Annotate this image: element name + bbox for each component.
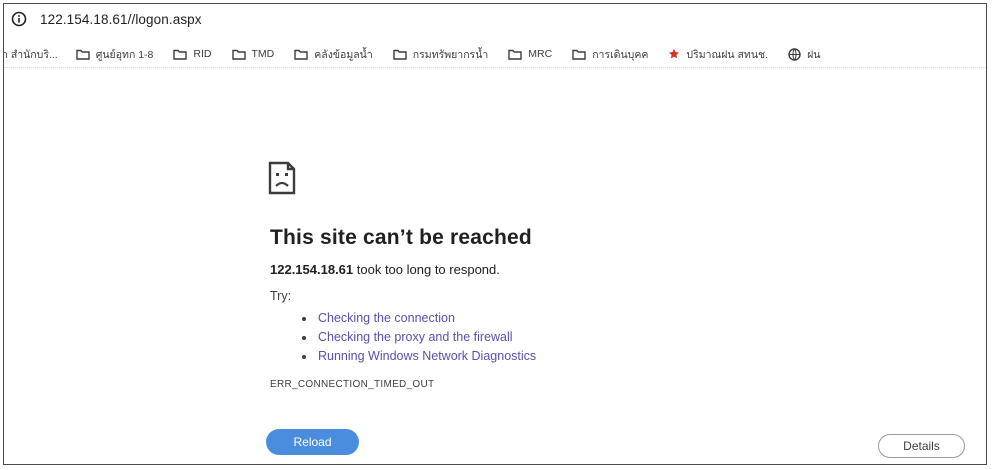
bookmark-folder[interactable]: กรมทรัพยากรน้ำ: [393, 46, 489, 63]
suggestion-link[interactable]: Running Windows Network Diagnostics: [318, 349, 536, 363]
bookmark-label: กรมทรัพยากรน้ำ: [412, 48, 489, 61]
suggestion-list: Checking the connection Checking the pro…: [302, 309, 536, 366]
suggestion-link[interactable]: Checking the connection: [318, 311, 455, 325]
error-host: 122.154.18.61: [270, 262, 354, 277]
folder-icon: [173, 49, 188, 60]
red-star-icon: [669, 48, 680, 59]
bookmark-folder[interactable]: RID: [173, 48, 212, 60]
bookmark-folder[interactable]: การเดินบุคค: [572, 46, 648, 63]
suggestion-item[interactable]: Checking the proxy and the firewall: [302, 328, 536, 347]
bookmark-folder[interactable]: TMD: [231, 48, 275, 60]
bookmark-label: ฝน: [807, 48, 821, 61]
folder-icon: [508, 49, 522, 60]
bookmarks-bar: า สำนักบริ... ศูนย์อุทก 1-8 RID TMD คลัง…: [4, 41, 986, 68]
url-text[interactable]: 122.154.18.61//logon.aspx: [40, 12, 202, 27]
bookmark-folder[interactable]: คลังข้อมูลน้ำ: [294, 46, 373, 63]
bookmark-folder[interactable]: MRC: [508, 48, 552, 60]
info-icon[interactable]: [10, 10, 28, 28]
address-bar[interactable]: 122.154.18.61//logon.aspx: [4, 4, 986, 34]
suggestion-item[interactable]: Checking the connection: [302, 309, 536, 328]
error-heading: This site can’t be reached: [270, 226, 532, 249]
folder-icon: [76, 49, 90, 60]
suggestion-item[interactable]: Running Windows Network Diagnostics: [302, 347, 536, 366]
bookmark-label: RID: [193, 48, 212, 60]
suggestion-link[interactable]: Checking the proxy and the firewall: [318, 330, 513, 344]
folder-icon: [393, 49, 407, 60]
bullet-icon: [302, 336, 306, 340]
bookmark-label: TMD: [251, 48, 275, 60]
folder-icon: [231, 49, 246, 60]
reload-button[interactable]: Reload: [266, 429, 359, 455]
error-code: ERR_CONNECTION_TIMED_OUT: [270, 379, 435, 390]
browser-window: 122.154.18.61//logon.aspx า สำนักบริ... …: [3, 3, 987, 465]
sad-page-icon: [266, 159, 302, 204]
globe-icon: [788, 47, 801, 61]
bookmark-label: MRC: [528, 48, 553, 60]
try-label: Try:: [270, 289, 292, 303]
bookmark-label: การเดินบุคค: [592, 48, 649, 61]
folder-icon: [572, 49, 586, 60]
bookmark-label: า สำนักบริ...: [4, 48, 58, 61]
bookmark-folder[interactable]: ศูนย์อุทก 1-8: [76, 46, 154, 63]
details-button[interactable]: Details: [878, 434, 965, 458]
bullet-icon: [302, 317, 306, 321]
error-message: 122.154.18.61 took too long to respond.: [270, 262, 500, 277]
error-message-text: took too long to respond.: [356, 262, 500, 277]
bookmark-label: ศูนย์อุทก 1-8: [95, 48, 154, 61]
bullet-icon: [302, 355, 306, 359]
bookmark-item[interactable]: า สำนักบริ...: [4, 46, 58, 63]
bookmark-item[interactable]: ปริมาณฝน สทนช.: [668, 46, 768, 63]
bookmark-item[interactable]: ฝน: [788, 46, 820, 63]
bookmark-label: คลังข้อมูลน้ำ: [314, 48, 373, 61]
folder-icon: [294, 49, 308, 60]
bookmark-label: ปริมาณฝน สทนช.: [686, 48, 769, 61]
